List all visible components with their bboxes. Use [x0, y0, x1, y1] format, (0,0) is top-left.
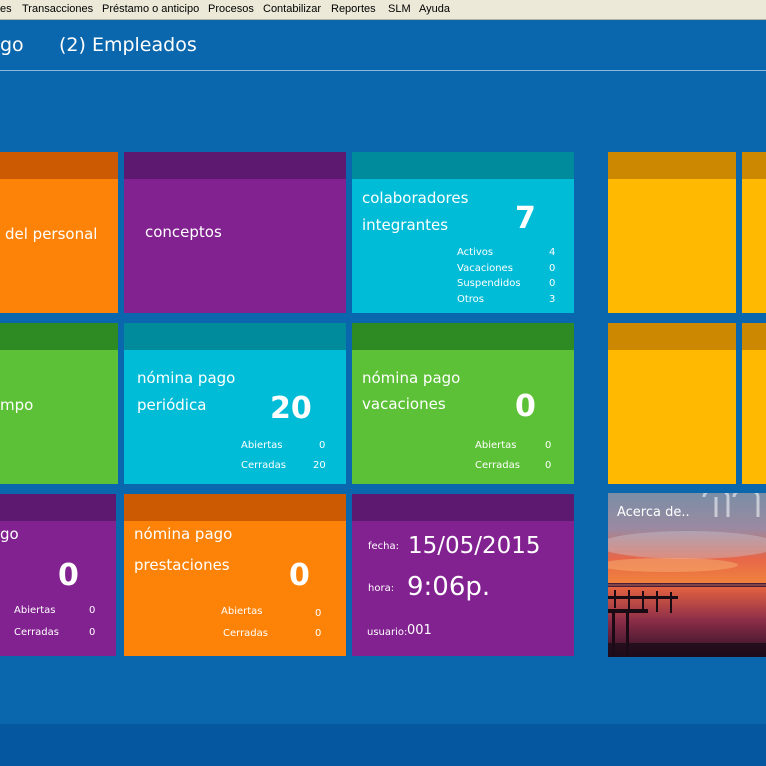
- menu-item-slm[interactable]: SLM: [388, 3, 411, 15]
- tile-conceptos[interactable]: conceptos: [124, 152, 346, 313]
- menu-item-procesos[interactable]: Procesos: [208, 3, 254, 15]
- tile-info: fecha: 15/05/2015 hora: 9:06p. usuario: …: [352, 494, 574, 656]
- page-title[interactable]: (2) Empleados: [59, 34, 197, 56]
- tile-band: [608, 323, 736, 350]
- menu-item-contabilizar[interactable]: Contabilizar: [263, 3, 321, 15]
- tile-band: [742, 152, 766, 179]
- menu-item-reportes[interactable]: Reportes: [331, 3, 376, 15]
- row-value: 0: [549, 263, 556, 274]
- tile-nomina-periodica[interactable]: nómina pago periódica 20 Abiertas 0 Cerr…: [124, 323, 346, 484]
- tile-yellow-1[interactable]: [608, 152, 736, 313]
- tile-yellow-3[interactable]: [608, 323, 736, 484]
- tile-band: [124, 494, 346, 521]
- menu-item-ayuda[interactable]: Ayuda: [419, 3, 450, 15]
- row-label: Cerradas: [14, 627, 59, 638]
- row-value: 0: [315, 608, 322, 619]
- menu-bar: es Transacciones Préstamo o anticipo Pro…: [0, 0, 766, 20]
- row-label: Abiertas: [14, 605, 56, 616]
- row-label: Cerradas: [475, 460, 520, 471]
- tile-colaboradores[interactable]: colaboradores integrantes 7 Activos 4 Va…: [352, 152, 574, 313]
- menu-item-prestamo[interactable]: Préstamo o anticipo: [102, 3, 199, 15]
- tile-label-2: periódica: [137, 396, 207, 414]
- hora-label: hora:: [368, 583, 395, 594]
- usuario-value: 001: [407, 623, 432, 638]
- hora-value: 9:06p.: [407, 572, 491, 602]
- row-value: 0: [89, 605, 96, 616]
- tile-band: [352, 152, 574, 179]
- row-value: 0: [315, 628, 322, 639]
- row-label: Otros: [457, 294, 485, 305]
- tile-band: [124, 323, 346, 350]
- row-value: 3: [549, 294, 556, 305]
- menu-item-transacciones[interactable]: Transacciones: [22, 3, 93, 15]
- tile-nomina-prestaciones[interactable]: nómina pago prestaciones 0 Abiertas 0 Ce…: [124, 494, 346, 656]
- tile-band: [608, 152, 736, 179]
- tile-label-1: nómina pago: [134, 525, 233, 543]
- tile-count: 0: [515, 389, 536, 424]
- tile-band: [0, 152, 118, 179]
- row-label: Cerradas: [241, 460, 286, 471]
- fecha-label: fecha:: [368, 541, 400, 552]
- tile-label: del personal: [5, 225, 98, 243]
- tile-label: mpo: [0, 396, 34, 414]
- tile-nomina-left[interactable]: go 0 Abiertas 0 Cerradas 0: [0, 494, 116, 656]
- row-value: 0: [545, 440, 552, 451]
- tile-band: [352, 323, 574, 350]
- bottom-bar: [0, 724, 766, 766]
- tile-label-2: prestaciones: [134, 556, 230, 574]
- tile-yellow-2[interactable]: [742, 152, 766, 313]
- tile-label-1: nómina pago: [362, 369, 461, 387]
- tile-count: 7: [515, 201, 536, 236]
- tile-tiempo[interactable]: mpo: [0, 323, 118, 484]
- row-label: Cerradas: [223, 628, 268, 639]
- tile-count: 20: [270, 391, 312, 426]
- header-title-partial: go: [0, 34, 24, 56]
- row-label: Suspendidos: [457, 278, 521, 289]
- tile-label-1: nómina pago: [137, 369, 236, 387]
- row-label: Vacaciones: [457, 263, 513, 274]
- tile-label-1: go: [0, 525, 19, 543]
- row-value: 0: [319, 440, 326, 451]
- tile-label-2: vacaciones: [362, 395, 446, 413]
- tile-yellow-4[interactable]: [742, 323, 766, 484]
- row-value: 0: [89, 627, 96, 638]
- row-value: 0: [549, 278, 556, 289]
- row-label: Abiertas: [221, 606, 263, 617]
- row-label: Abiertas: [475, 440, 517, 451]
- row-label: Activos: [457, 247, 494, 258]
- tile-label: conceptos: [145, 223, 222, 241]
- tile-count: 0: [58, 558, 79, 593]
- tile-personal[interactable]: del personal: [0, 152, 118, 313]
- menu-item-es[interactable]: es: [0, 3, 12, 15]
- tile-label-1: colaboradores: [362, 189, 469, 207]
- tile-band: [742, 323, 766, 350]
- usuario-label: usuario:: [367, 627, 408, 638]
- tile-label-2: integrantes: [362, 216, 449, 234]
- acerca-label: Acerca de..: [617, 505, 690, 520]
- tile-band: [0, 323, 118, 350]
- tile-count: 0: [289, 558, 310, 593]
- row-label: Abiertas: [241, 440, 283, 451]
- tile-band: [352, 494, 574, 521]
- row-value: 0: [545, 460, 552, 471]
- header-divider: [0, 70, 766, 71]
- tile-acerca[interactable]: Acerca de..: [608, 493, 766, 657]
- tile-band: [0, 494, 116, 521]
- fecha-value: 15/05/2015: [408, 533, 541, 559]
- row-value: 4: [549, 247, 556, 258]
- tile-band: [124, 152, 346, 179]
- row-value: 20: [313, 460, 326, 471]
- tile-nomina-vacaciones[interactable]: nómina pago vacaciones 0 Abiertas 0 Cerr…: [352, 323, 574, 484]
